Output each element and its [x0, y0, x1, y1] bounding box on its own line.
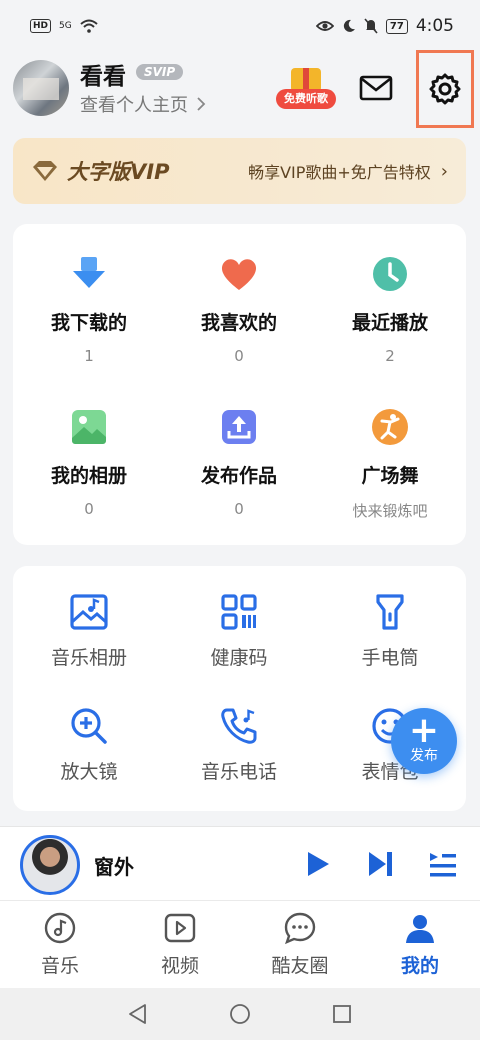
tab-mine[interactable]: 我的 [370, 911, 470, 978]
wifi-icon [80, 19, 98, 33]
playlist-icon[interactable] [428, 849, 458, 879]
favorites-item[interactable]: 我喜欢的 0 [164, 254, 314, 365]
square-dance-subtitle: 快来锻炼吧 [352, 502, 428, 520]
svip-badge: SVIP [136, 64, 184, 80]
downloads-item[interactable]: 我下载的 1 [14, 254, 164, 365]
view-profile-link[interactable]: 查看个人主页 [80, 91, 206, 117]
tab-friends-label: 酷友圈 [271, 955, 329, 977]
publish-fab[interactable]: + 发布 [391, 708, 457, 774]
album-count: 0 [84, 500, 94, 518]
home-icon[interactable] [228, 1002, 252, 1026]
tab-video-label: 视频 [160, 955, 199, 977]
publish-fab-label: 发布 [410, 748, 438, 764]
publish-item[interactable]: 发布作品 0 [164, 407, 314, 518]
music-phone-tool[interactable]: 音乐电话 [164, 706, 314, 784]
music-phone-icon [221, 708, 257, 744]
music-album-icon [70, 594, 108, 630]
status-bar: HD 5G 77 4:05 [0, 0, 480, 52]
qr-code-icon [221, 594, 257, 630]
music-album-label: 音乐相册 [50, 647, 127, 669]
view-profile-label: 查看个人主页 [80, 95, 188, 116]
download-icon [73, 257, 105, 288]
recents-icon[interactable] [330, 1002, 354, 1026]
flashlight-icon [376, 594, 404, 630]
recent-count: 2 [385, 347, 395, 365]
tab-video[interactable]: 视频 [130, 911, 230, 978]
messages-button[interactable] [356, 68, 396, 108]
mini-player[interactable]: 窗外 [0, 826, 480, 900]
publish-label: 发布作品 [200, 465, 277, 487]
mail-icon [359, 75, 393, 101]
magnifier-label: 放大镜 [60, 761, 118, 783]
flashlight-label: 手电筒 [361, 647, 419, 669]
clock-icon [373, 257, 407, 291]
flashlight-tool[interactable]: 手电筒 [315, 592, 465, 670]
battery-icon: 77 [385, 18, 408, 34]
vip-banner[interactable]: 大字版VIP 畅享VIP歌曲+免广告特权 › [13, 138, 466, 204]
tab-friends[interactable]: 酷友圈 [250, 911, 350, 978]
plus-icon: + [408, 710, 440, 751]
next-track-icon[interactable] [366, 849, 396, 879]
tab-music[interactable]: 音乐 [10, 911, 110, 978]
tab-music-label: 音乐 [40, 955, 79, 977]
magnifier-tool[interactable]: 放大镜 [14, 706, 164, 784]
music-album-tool[interactable]: 音乐相册 [14, 592, 164, 670]
chat-tab-icon [284, 912, 316, 945]
moon-icon [343, 19, 355, 32]
album-item[interactable]: 我的相册 0 [14, 407, 164, 518]
hd-indicator: HD [30, 19, 52, 33]
play-icon[interactable] [302, 849, 332, 879]
recent-item[interactable]: 最近播放 2 [315, 254, 465, 365]
diamond-icon [33, 161, 57, 181]
back-icon[interactable] [126, 1002, 150, 1026]
bottom-tab-bar: 音乐 视频 酷友圈 我的 [0, 900, 480, 988]
chevron-right-icon: › [440, 160, 448, 182]
square-dance-label: 广场舞 [361, 465, 419, 487]
favorites-count: 0 [234, 347, 244, 365]
avatar[interactable] [13, 60, 69, 116]
free-listen-label: 免费听歌 [276, 89, 336, 109]
gear-icon [429, 73, 461, 105]
health-code-label: 健康码 [210, 647, 268, 669]
mute-bell-icon [364, 18, 378, 34]
profile-tab-icon [406, 915, 434, 943]
now-playing-cover[interactable] [20, 835, 80, 895]
free-listen-button[interactable]: 免费听歌 [276, 68, 336, 110]
album-label: 我的相册 [50, 465, 127, 487]
system-navigation-bar [0, 988, 480, 1040]
recent-label: 最近播放 [351, 312, 428, 334]
music-phone-label: 音乐电话 [200, 761, 277, 783]
magnifier-icon [71, 708, 107, 744]
tools-card: 音乐相册 健康码 手电筒 放大镜 音乐电话 表情包 [13, 566, 466, 811]
favorites-label: 我喜欢的 [200, 312, 277, 334]
username[interactable]: 看看 [80, 57, 126, 91]
downloads-count: 1 [84, 347, 94, 365]
heart-icon [221, 259, 257, 290]
signal-icon: 5G [59, 21, 72, 31]
music-tab-icon [44, 912, 76, 944]
library-card: 我下载的 1 我喜欢的 0 最近播放 2 我的相册 0 发布作品 0 广场舞 快… [13, 224, 466, 545]
settings-button[interactable] [416, 50, 474, 128]
dance-icon [372, 409, 408, 445]
health-code-tool[interactable]: 健康码 [164, 592, 314, 670]
video-tab-icon [164, 913, 196, 943]
upload-icon [222, 410, 256, 444]
vip-title: 大字版VIP [67, 160, 170, 184]
square-dance-item[interactable]: 广场舞 快来锻炼吧 [315, 407, 465, 521]
now-playing-title[interactable]: 窗外 [94, 851, 134, 880]
photo-icon [72, 410, 106, 444]
vip-description: 畅享VIP歌曲+免广告特权 [248, 163, 431, 182]
publish-count: 0 [234, 500, 244, 518]
chevron-right-icon [197, 97, 206, 111]
clock-time: 4:05 [415, 16, 454, 36]
eye-icon [315, 21, 334, 31]
downloads-label: 我下载的 [50, 312, 127, 334]
tab-mine-label: 我的 [400, 955, 439, 977]
